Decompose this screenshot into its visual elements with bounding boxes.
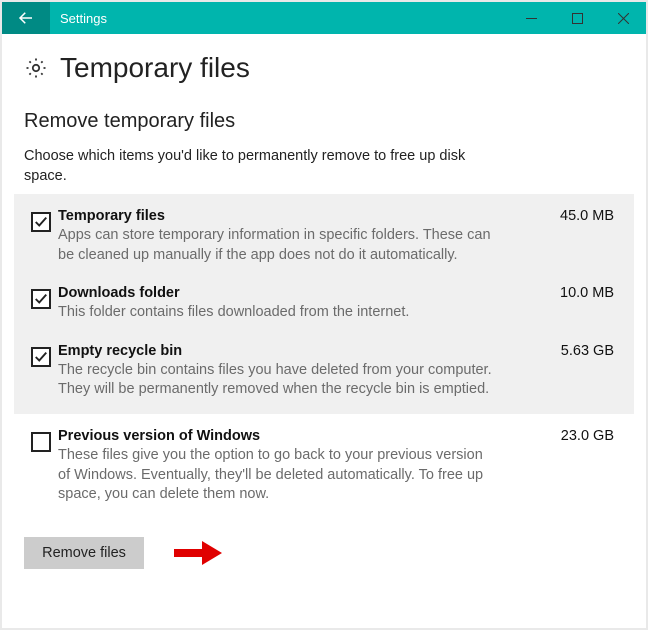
back-button[interactable]: [2, 2, 50, 34]
titlebar: Settings: [2, 2, 646, 34]
list-item[interactable]: Downloads folder 10.0 MB This folder con…: [24, 275, 624, 333]
close-button[interactable]: [600, 2, 646, 34]
checkbox-temporary-files[interactable]: [31, 212, 51, 232]
item-title: Empty recycle bin: [58, 343, 182, 359]
caption-buttons: [508, 2, 646, 34]
action-row: Remove files: [24, 537, 624, 569]
check-icon: [34, 350, 48, 364]
list-item[interactable]: Previous version of Windows 23.0 GB Thes…: [24, 418, 624, 515]
item-description: Apps can store temporary information in …: [58, 226, 498, 265]
section-title: Remove temporary files: [24, 110, 624, 133]
page-title: Temporary files: [60, 52, 250, 84]
callout-arrow: [168, 539, 224, 567]
section-description: Choose which items you'd like to permane…: [24, 147, 484, 186]
close-icon: [618, 13, 629, 24]
check-icon: [34, 215, 48, 229]
list-item[interactable]: Temporary files 45.0 MB Apps can store t…: [24, 198, 624, 275]
maximize-icon: [572, 13, 583, 24]
item-description: These files give you the option to go ba…: [58, 446, 498, 505]
page-header: Temporary files: [24, 52, 624, 84]
arrow-right-icon: [168, 539, 224, 567]
remove-files-button[interactable]: Remove files: [24, 537, 144, 569]
item-size: 23.0 GB: [561, 428, 614, 444]
item-title: Temporary files: [58, 208, 165, 224]
items-list: Temporary files 45.0 MB Apps can store t…: [14, 194, 634, 519]
list-item[interactable]: Empty recycle bin 5.63 GB The recycle bi…: [24, 333, 624, 410]
item-size: 10.0 MB: [560, 285, 614, 301]
minimize-icon: [526, 13, 537, 24]
maximize-button[interactable]: [554, 2, 600, 34]
item-title: Previous version of Windows: [58, 428, 260, 444]
item-size: 45.0 MB: [560, 208, 614, 224]
checkbox-recycle-bin[interactable]: [31, 347, 51, 367]
check-icon: [34, 292, 48, 306]
checkbox-downloads-folder[interactable]: [31, 289, 51, 309]
item-description: The recycle bin contains files you have …: [58, 361, 498, 400]
minimize-button[interactable]: [508, 2, 554, 34]
arrow-left-icon: [17, 9, 35, 27]
item-description: This folder contains files downloaded fr…: [58, 303, 498, 323]
item-title: Downloads folder: [58, 285, 180, 301]
gear-icon: [24, 56, 48, 80]
checkbox-previous-windows[interactable]: [31, 432, 51, 452]
content: Temporary files Remove temporary files C…: [2, 34, 646, 569]
item-size: 5.63 GB: [561, 343, 614, 359]
window-title: Settings: [60, 11, 508, 26]
